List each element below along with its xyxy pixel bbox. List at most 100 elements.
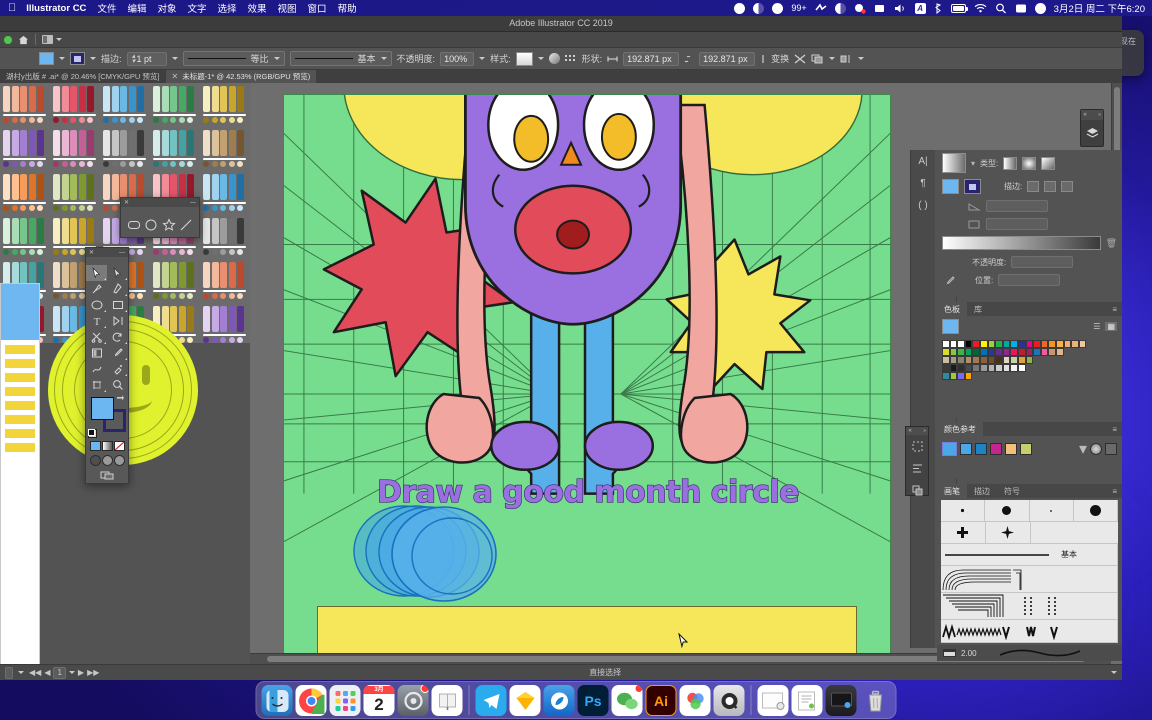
color-swatch[interactable] (1002, 356, 1011, 364)
gradient-location-input[interactable] (998, 274, 1061, 286)
color-swatch[interactable] (957, 356, 965, 364)
artboard-tool[interactable] (86, 377, 107, 393)
gradient-aspect-row[interactable] (937, 215, 1122, 233)
menu-item-edit[interactable]: 编辑 (127, 1, 146, 15)
color-swatch[interactable] (1033, 348, 1041, 356)
color-swatch[interactable] (1040, 340, 1049, 348)
chevron-down-icon[interactable] (273, 57, 280, 60)
panel-menu-icon[interactable]: ≡ (1112, 487, 1122, 496)
grid-view-icon[interactable]: ▦ (1105, 322, 1117, 331)
color-swatch[interactable] (964, 356, 973, 364)
color-swatch[interactable] (949, 372, 958, 380)
brush-definition-select[interactable]: 基本 (289, 51, 392, 66)
gradient-stroke-swatch[interactable] (964, 179, 981, 194)
trash-icon[interactable] (860, 685, 891, 716)
ellipse-icon[interactable] (144, 218, 158, 232)
line-icon[interactable] (179, 218, 193, 232)
shape-tool-palette[interactable]: ✕ — (120, 197, 200, 238)
color-swatch[interactable] (987, 356, 996, 364)
linear-gradient-button[interactable] (1003, 156, 1018, 170)
layers-mini-panel[interactable]: ✕ « (1080, 109, 1104, 147)
swatch-row[interactable] (942, 372, 1117, 380)
gradient-opacity-input[interactable] (1011, 256, 1074, 268)
change-screen-mode-row[interactable] (86, 469, 128, 483)
transform-panel-icon[interactable] (906, 457, 928, 479)
panel-menu-icon[interactable]: ≡ (1112, 305, 1122, 314)
screen-mode-icon[interactable] (100, 470, 114, 480)
color-mode-icon[interactable] (89, 441, 101, 451)
artboard-chevron-down-icon[interactable] (68, 671, 75, 674)
color-guide-swatch[interactable] (1005, 443, 1017, 455)
color-swatch[interactable] (949, 348, 958, 356)
stroke-within-button[interactable] (1027, 181, 1040, 192)
type-panel-rail[interactable]: A| ¶ ( ) (911, 150, 935, 648)
brush-sparkle[interactable] (986, 522, 1031, 543)
last-artboard-icon[interactable]: ▶▶ (87, 668, 99, 677)
menu-item-help[interactable]: 帮助 (338, 1, 357, 15)
color-swatch[interactable] (942, 348, 950, 356)
fill-stroke-controls[interactable] (86, 393, 128, 439)
gradient-tool[interactable] (86, 345, 107, 361)
collapsed-panel-header[interactable]: ✕ » (906, 427, 928, 435)
menu-app-name[interactable]: Illustrator CC (26, 3, 86, 14)
draw-inside-icon[interactable] (113, 455, 125, 466)
ellipse-tool[interactable] (86, 297, 107, 313)
rotate-tool[interactable] (107, 329, 128, 345)
brush-dot-medium[interactable] (985, 500, 1030, 521)
color-swatch[interactable] (942, 340, 950, 348)
wechat-icon[interactable] (772, 2, 784, 14)
color-swatch[interactable] (972, 356, 980, 364)
mac-menu-bar[interactable]:  Illustrator CC 文件 编辑 对象 文字 选择 效果 视图 窗口… (0, 0, 1152, 16)
dropbox-icon[interactable] (734, 2, 746, 14)
workspace-switcher[interactable] (42, 35, 62, 44)
color-swatch[interactable] (957, 364, 965, 372)
control-bar[interactable]: 描边: ▴ ▾ 1 pt 等比 基本 不透明度: 100% 样式: 形状: 192… (0, 48, 1122, 70)
active-fill-swatch[interactable] (942, 319, 959, 334)
record-icon[interactable] (854, 3, 866, 14)
color-guide-base-swatch[interactable] (942, 442, 957, 456)
tool-grid[interactable]: T (86, 265, 128, 393)
color-swatch[interactable] (1017, 364, 1026, 372)
close-icon[interactable]: ✕ (1083, 112, 1087, 118)
downloads-folder-icon[interactable] (757, 685, 789, 716)
blend-tool[interactable] (86, 361, 107, 377)
document-tab-2[interactable]: ✕ 未标题-1* @ 42.53% (RGB/GPU 预览) (165, 70, 317, 83)
illustrator-window[interactable]: Adobe Illustrator CC 2019 描边: ▴ ▾ 1 pt 等比 (0, 16, 1122, 680)
scissors-tool[interactable] (86, 329, 107, 345)
finder-icon[interactable] (261, 685, 293, 716)
paragraph-icon[interactable]: ¶ (911, 172, 935, 194)
rectangle-tool[interactable] (107, 297, 128, 313)
layers-icon[interactable] (1081, 120, 1103, 146)
brush-libraries-icon[interactable] (943, 648, 956, 658)
first-artboard-icon[interactable]: ◀◀ (29, 668, 41, 677)
type-tool[interactable]: T (86, 313, 107, 329)
stroke-across-button[interactable] (1061, 181, 1074, 192)
color-swatch[interactable] (942, 356, 950, 364)
collapse-icon[interactable]: — (119, 250, 125, 256)
brush-dot-tiny[interactable] (1030, 500, 1074, 521)
color-guide-swatch[interactable] (975, 443, 987, 455)
brushes-panel[interactable]: 画笔 描边 符号 ≡ 基本 2.00 (937, 484, 1122, 661)
color-swatch[interactable] (964, 372, 973, 380)
color-swatch[interactable] (1040, 348, 1049, 356)
shape-builder-tool[interactable] (107, 313, 128, 329)
stroke-weight-chevron-down-icon[interactable] (171, 57, 178, 60)
color-swatch[interactable] (995, 348, 1003, 356)
color-swatch[interactable] (942, 364, 950, 372)
color-swatch[interactable] (1055, 340, 1064, 348)
color-swatch[interactable] (964, 364, 973, 372)
color-swatch[interactable] (949, 340, 958, 348)
color-swatch[interactable] (995, 364, 1003, 372)
color-swatch[interactable] (987, 364, 996, 372)
tab-symbols[interactable]: 符号 (997, 484, 1027, 498)
clock-icon[interactable] (753, 2, 765, 14)
documents-stack-icon[interactable] (791, 685, 823, 716)
home-icon[interactable] (18, 35, 29, 45)
background-document-window[interactable] (0, 283, 40, 680)
list-view-icon[interactable]: ☰ (1093, 322, 1100, 331)
color-swatch[interactable] (979, 364, 988, 372)
color-swatch[interactable] (987, 340, 996, 348)
chevron-down-icon[interactable]: ▾ (1079, 439, 1087, 459)
color-guide-swatch[interactable] (1020, 443, 1032, 455)
brush-row[interactable] (941, 593, 1118, 620)
